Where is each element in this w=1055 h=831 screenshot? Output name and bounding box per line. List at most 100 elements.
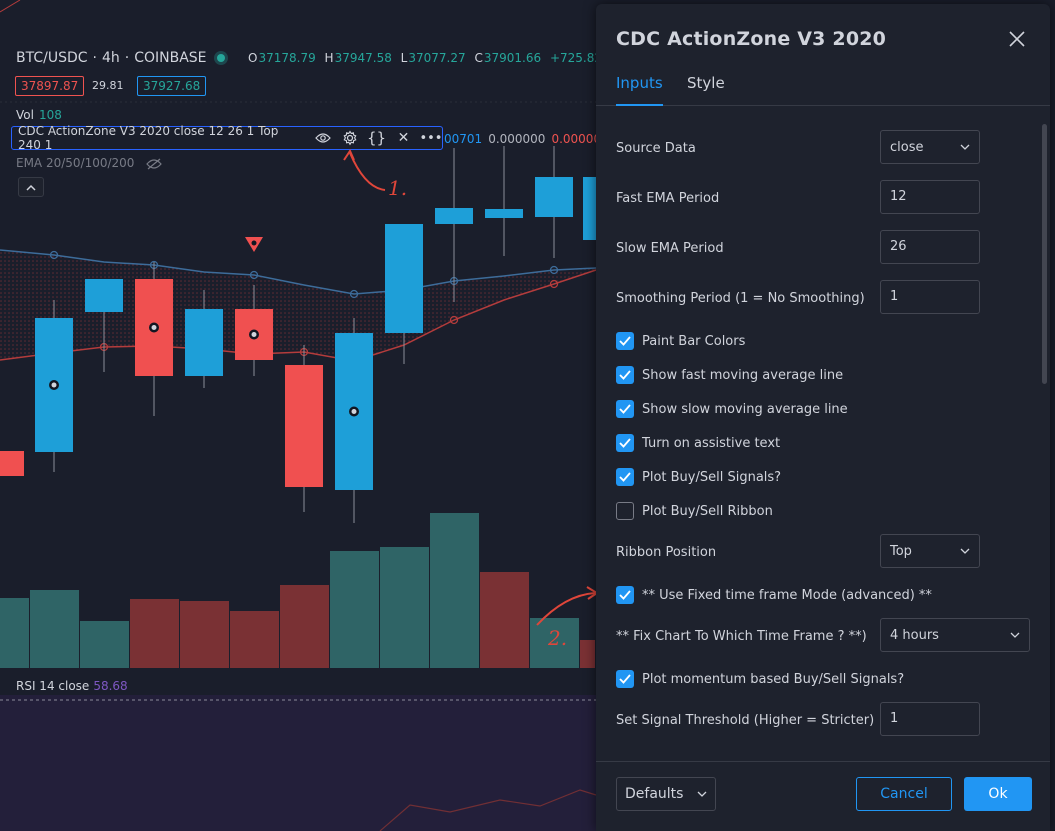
ok-button[interactable]: Ok: [964, 777, 1032, 811]
checkbox-checked-icon[interactable]: [616, 400, 634, 418]
fix-chart-timeframe-select[interactable]: 4 hours: [880, 618, 1030, 652]
sell-price-button[interactable]: 37897.87: [15, 76, 85, 96]
gear-icon[interactable]: [339, 127, 360, 149]
source-label: Source Data: [616, 141, 696, 156]
annotation-label-1: 1.: [388, 176, 408, 200]
collapse-legend-button[interactable]: [18, 177, 44, 197]
indicator-legend[interactable]: CDC ActionZone V3 2020 close 12 26 1 Top…: [11, 124, 443, 152]
candle-body: [435, 208, 473, 224]
indicator-value-2: 0.000000: [488, 132, 546, 146]
volume-bar: [230, 611, 279, 668]
checkbox-checked-icon[interactable]: [616, 434, 634, 452]
option-checkbox[interactable]: Plot Buy/Sell Ribbon: [616, 502, 773, 520]
candle-body: [385, 224, 423, 333]
eye-icon[interactable]: [312, 127, 333, 149]
interval: 4h: [101, 50, 120, 66]
chevron-down-icon: [697, 791, 707, 797]
ohlc-close: 37901.66: [483, 51, 542, 65]
ohlc-c-label: C: [474, 51, 483, 65]
separator-dot: ·: [124, 50, 130, 66]
option-checkbox[interactable]: Plot Buy/Sell Signals?: [616, 468, 781, 486]
defaults-button[interactable]: Defaults: [616, 777, 716, 811]
volume-bar: [180, 601, 229, 668]
indicator-label: CDC ActionZone V3 2020 close 12 26 1 Top…: [18, 124, 279, 152]
volume-legend[interactable]: Vol 108: [16, 108, 62, 122]
buy-price-button[interactable]: 37927.68: [137, 76, 207, 96]
source-select[interactable]: close: [880, 130, 980, 164]
annotation-arrow-2: [536, 586, 599, 626]
option-checkbox[interactable]: Show fast moving average line: [616, 366, 843, 384]
more-icon[interactable]: •••: [419, 127, 442, 149]
ohlc-o-label: O: [248, 51, 258, 65]
signal-dot-center: [51, 382, 57, 388]
ribbon-position-select[interactable]: Top: [880, 534, 980, 568]
candle-body: [583, 177, 596, 240]
ohlc-values: O37178.79 H37947.58 L37077.27 C37901.66 …: [248, 51, 626, 65]
remove-icon[interactable]: ✕: [393, 127, 414, 149]
option-checkbox-label: Plot Buy/Sell Signals?: [642, 469, 782, 485]
tab-inputs[interactable]: Inputs: [616, 74, 663, 106]
chevron-up-icon: [26, 184, 36, 191]
candle-body: [535, 177, 573, 217]
checkbox-checked-icon[interactable]: [616, 468, 634, 486]
tab-style[interactable]: Style: [687, 74, 725, 104]
slow-ema-input[interactable]: 26: [880, 230, 980, 264]
dialog-tabs: Inputs Style: [596, 66, 1050, 106]
cancel-button[interactable]: Cancel: [856, 777, 952, 811]
checkbox-checked-icon[interactable]: [616, 670, 634, 688]
signal-dot-center: [251, 332, 257, 337]
volume-bar: [330, 551, 379, 668]
symbol-header[interactable]: BTC/USDC · 4h · COINBASE: [16, 50, 225, 66]
separator-dot: ·: [92, 50, 97, 66]
option-checkbox[interactable]: Paint Bar Colors: [616, 332, 745, 350]
fast-ema-input[interactable]: 12: [880, 180, 980, 214]
momentum-signals-checkbox[interactable]: Plot momentum based Buy/Sell Signals?: [616, 670, 904, 688]
smoothing-input[interactable]: 1: [880, 280, 980, 314]
hidden-eye-icon[interactable]: [146, 156, 163, 170]
candle-body: [0, 451, 24, 476]
annotation-label-2: 2.: [548, 626, 568, 650]
candle-body: [285, 365, 323, 487]
ohlc-low: 37077.27: [408, 51, 466, 65]
source-value: close: [890, 139, 924, 155]
ema-legend[interactable]: EMA 20/50/100/200: [16, 156, 163, 170]
signal-threshold-input[interactable]: 1: [880, 702, 980, 736]
signal-dot-center: [351, 409, 357, 414]
checkbox-unchecked-icon[interactable]: [616, 502, 634, 520]
ribbon-position-label: Ribbon Position: [616, 545, 717, 560]
checkbox-checked-icon[interactable]: [616, 366, 634, 384]
exchange: COINBASE: [134, 50, 207, 66]
slow-ema-label: Slow EMA Period: [616, 241, 724, 256]
volume-bar: [30, 590, 79, 668]
close-icon[interactable]: [1004, 26, 1030, 52]
checkbox-checked-icon[interactable]: [616, 332, 634, 350]
inputs-panel[interactable]: Source Data close Fast EMA Period 12 Slo…: [596, 107, 1050, 761]
spread-value: 29.81: [92, 79, 124, 92]
source-code-icon[interactable]: {}: [366, 127, 387, 149]
volume-bar: [380, 547, 429, 668]
ohlc-high: 37947.58: [334, 51, 392, 65]
option-checkbox[interactable]: Turn on assistive text: [616, 434, 780, 452]
ribbon-position-value: Top: [890, 543, 912, 559]
fixed-timeframe-checkbox[interactable]: ** Use Fixed time frame Mode (advanced) …: [616, 586, 932, 604]
volume-bar: [80, 621, 129, 668]
indicator-value-1: 00701: [444, 132, 483, 146]
rsi-value: 58.68: [93, 679, 128, 693]
dialog-scrollbar[interactable]: [1042, 124, 1047, 384]
momentum-signals-label: Plot momentum based Buy/Sell Signals?: [642, 671, 905, 687]
fix-chart-timeframe-value: 4 hours: [890, 627, 939, 643]
symbol-name: BTC/USDC: [16, 50, 88, 66]
rsi-label: RSI 14 close: [16, 679, 90, 693]
checkbox-checked-icon[interactable]: [616, 586, 634, 604]
option-checkbox-label: Show slow moving average line: [642, 401, 848, 417]
dialog-title: CDC ActionZone V3 2020: [616, 28, 887, 50]
ema-label: EMA 20/50/100/200: [16, 156, 135, 170]
candle-body: [485, 209, 523, 218]
indicator-values: 00701 0.000000 0.000000: [444, 132, 609, 146]
ohlc-open: 37178.79: [258, 51, 316, 65]
volume-bar: [130, 599, 179, 668]
candle-body: [185, 309, 223, 376]
volume-bar: [280, 585, 329, 668]
option-checkbox[interactable]: Show slow moving average line: [616, 400, 848, 418]
rsi-legend[interactable]: RSI 14 close 58.68: [16, 679, 128, 693]
